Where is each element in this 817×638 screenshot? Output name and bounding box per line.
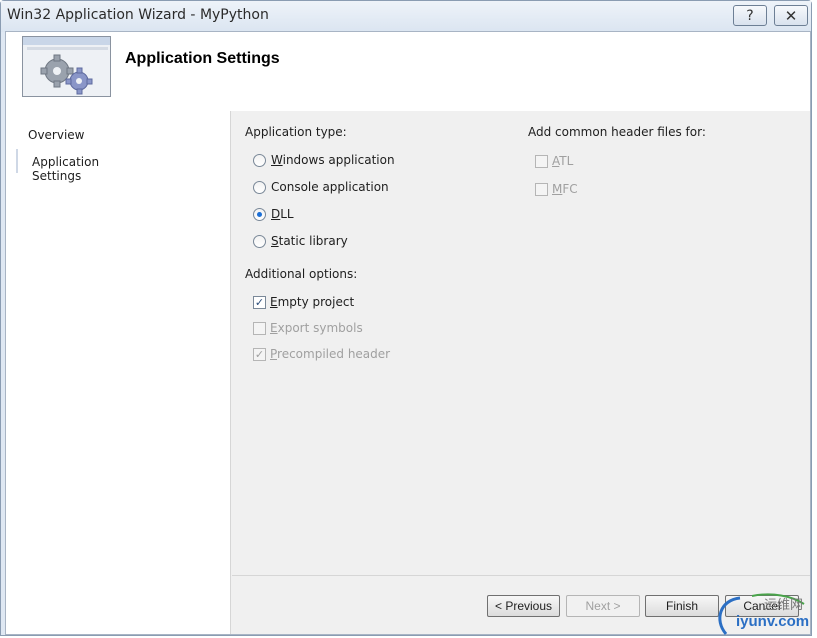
- option-label: Console application: [271, 180, 389, 194]
- checkbox-empty-project[interactable]: ✓ Empty project: [253, 294, 354, 310]
- next-button: Next >: [566, 595, 640, 617]
- radio-icon[interactable]: [253, 180, 266, 194]
- previous-button[interactable]: < Previous: [487, 595, 560, 617]
- option-label: DLL: [271, 207, 294, 221]
- option-label: MFC: [552, 182, 578, 196]
- option-label: Export symbols: [270, 321, 363, 335]
- checkbox-icon: ✓: [253, 347, 266, 361]
- checkbox-mfc: MFC: [535, 181, 578, 197]
- watermark-text: iyunv.com: [736, 613, 810, 630]
- settings-panel: Application type: Windows application Co…: [232, 111, 810, 575]
- radio-windows-application[interactable]: Windows application: [253, 152, 395, 168]
- option-label: Empty project: [270, 295, 355, 309]
- nav-item-application-settings[interactable]: Application Settings: [16, 149, 148, 183]
- application-type-label: Application type:: [245, 125, 347, 139]
- additional-options-label: Additional options:: [245, 267, 358, 281]
- checkbox-icon: [535, 154, 548, 168]
- radio-dll[interactable]: DLL: [253, 206, 294, 222]
- close-button[interactable]: ✕: [774, 5, 808, 26]
- checkbox-icon[interactable]: ✓: [253, 295, 266, 309]
- radio-icon[interactable]: [253, 207, 266, 221]
- finish-button[interactable]: Finish: [645, 595, 719, 617]
- page-title: Application Settings: [125, 50, 280, 67]
- radio-static-library[interactable]: Static library: [253, 233, 348, 249]
- nav-item-overview[interactable]: Overview: [28, 128, 85, 142]
- wizard-gears-icon: [22, 36, 111, 97]
- option-label: Precompiled header: [270, 347, 391, 361]
- checkbox-atl: ATL: [535, 153, 573, 169]
- watermark-cn: 运维网: [764, 598, 804, 613]
- client-area: Application Settings Overview Applicatio…: [5, 31, 811, 635]
- site-watermark: 运维网 iyunv.com: [712, 590, 817, 638]
- header-banner: Application Settings: [6, 32, 810, 111]
- checkbox-icon: [535, 182, 548, 196]
- help-button[interactable]: ?: [733, 5, 767, 26]
- radio-icon[interactable]: [253, 153, 266, 167]
- checkbox-icon: [253, 321, 266, 335]
- radio-console-application[interactable]: Console application: [253, 179, 389, 195]
- common-headers-label: Add common header files for:: [528, 125, 706, 139]
- wizard-nav: Overview Application Settings: [6, 111, 231, 634]
- option-label: Windows application: [271, 153, 395, 167]
- window-title: Win32 Application Wizard - MyPython: [7, 7, 269, 23]
- option-label: ATL: [552, 154, 574, 168]
- option-label: Static library: [271, 234, 348, 248]
- title-bar[interactable]: Win32 Application Wizard - MyPython ? ✕: [1, 1, 811, 32]
- wizard-window: Win32 Application Wizard - MyPython ? ✕: [0, 0, 812, 636]
- checkbox-precompiled-header: ✓ Precompiled header: [253, 346, 390, 362]
- radio-icon[interactable]: [253, 234, 266, 248]
- checkbox-export-symbols: Export symbols: [253, 320, 363, 336]
